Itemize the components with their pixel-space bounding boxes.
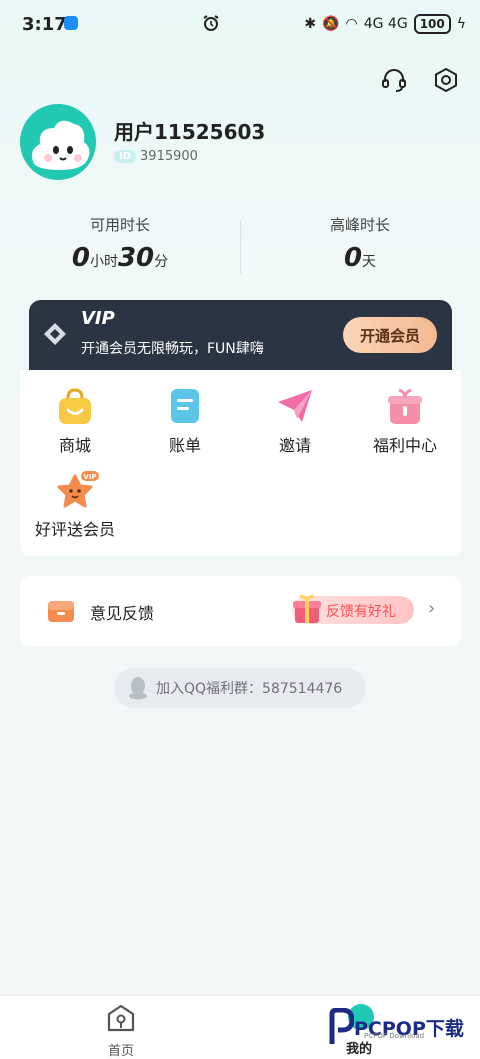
paper-plane-icon xyxy=(275,386,315,426)
grid-item-label: 福利中心 xyxy=(372,436,437,455)
feedback-row[interactable]: 意见反馈 反馈有好礼 › xyxy=(20,576,461,646)
grid-item-label: 邀请 xyxy=(278,436,311,455)
status-time: 3:17 xyxy=(22,14,67,35)
watermark-sub: PCPOP Download xyxy=(364,1032,425,1040)
bill-icon xyxy=(165,386,205,426)
available-time-label: 可用时长 xyxy=(89,216,150,234)
grid-item-label: 账单 xyxy=(168,436,201,455)
vip-badge: VIP xyxy=(83,473,96,481)
peak-time-stat: 高峰时长 0天 xyxy=(240,214,480,273)
hours-unit: 小时 xyxy=(89,254,118,270)
home-icon xyxy=(107,1004,135,1032)
vip-banner[interactable]: VIP 开通会员无限畅玩，FUN肆嗨 开通会员 xyxy=(29,300,452,370)
available-hours: 0 xyxy=(71,243,90,273)
shopping-bag-icon xyxy=(55,386,95,426)
watermark-logo-icon xyxy=(329,1008,354,1044)
mute-icon: 🔕 xyxy=(322,16,340,32)
settings-icon[interactable] xyxy=(430,64,462,96)
available-time-stat: 可用时长 0小时30分 xyxy=(0,214,240,273)
status-indicators: ✱ 🔕 ◠ 4G 4G 100 ϟ xyxy=(304,14,466,34)
grid-item-label: 商城 xyxy=(58,436,91,455)
vip-title: VIP xyxy=(81,308,115,329)
user-id: ID 3915900 xyxy=(114,149,198,164)
grid-item-bill[interactable]: 账单 xyxy=(130,386,240,456)
grid-item-invite[interactable]: 邀请 xyxy=(240,386,350,456)
feedback-box-icon xyxy=(47,599,75,623)
nav-home[interactable]: 首页 xyxy=(98,1002,144,1059)
qq-penguin-icon xyxy=(128,676,148,700)
qq-group-text: 加入QQ福利群：587514476 xyxy=(156,681,343,697)
gift-icon xyxy=(385,386,425,426)
alarm-icon xyxy=(202,14,220,36)
username: 用户11525603 xyxy=(114,120,266,144)
peak-time-value: 0天 xyxy=(240,243,480,273)
peak-days: 0 xyxy=(343,243,363,273)
charging-icon: ϟ xyxy=(456,16,466,32)
services-grid: 商城 账单 邀请 福利中心 VIP 好评送会员 xyxy=(20,370,461,556)
vip-star-icon: VIP xyxy=(55,470,99,510)
user-id-value: 3915900 xyxy=(140,149,198,164)
diamond-icon xyxy=(43,322,67,346)
signal-text: 4G 4G xyxy=(363,16,408,32)
grid-item-label: 好评送会员 xyxy=(34,520,115,539)
nav-home-label: 首页 xyxy=(107,1044,134,1059)
grid-item-shop[interactable]: 商城 xyxy=(20,386,130,456)
days-unit: 天 xyxy=(362,254,377,270)
gift-box-icon xyxy=(290,592,324,626)
id-tag: ID xyxy=(114,150,137,163)
minutes-unit: 分 xyxy=(154,254,169,270)
open-membership-button[interactable]: 开通会员 xyxy=(343,317,437,353)
qq-group-button[interactable]: 加入QQ福利群：587514476 xyxy=(114,668,366,708)
available-time-value: 0小时30分 xyxy=(0,243,240,273)
bluetooth-icon: ✱ xyxy=(304,16,317,32)
feedback-pill-text: 反馈有好礼 xyxy=(326,604,396,620)
grid-item-review-for-vip[interactable]: VIP 好评送会员 xyxy=(20,470,130,540)
customer-service-icon[interactable] xyxy=(378,64,410,96)
chevron-right-icon: › xyxy=(428,598,436,619)
avatar[interactable] xyxy=(20,104,96,180)
vip-subtitle: 开通会员无限畅玩，FUN肆嗨 xyxy=(81,341,264,357)
feedback-label: 意见反馈 xyxy=(90,604,155,623)
grid-item-welfare-center[interactable]: 福利中心 xyxy=(350,386,460,456)
message-notification-icon xyxy=(64,16,78,30)
wifi-icon: ◠ xyxy=(345,16,358,32)
peak-time-label: 高峰时长 xyxy=(329,216,390,234)
available-minutes: 30 xyxy=(117,243,155,273)
watermark: PCPOP下载 xyxy=(328,1008,464,1046)
battery-indicator: 100 xyxy=(413,14,451,34)
